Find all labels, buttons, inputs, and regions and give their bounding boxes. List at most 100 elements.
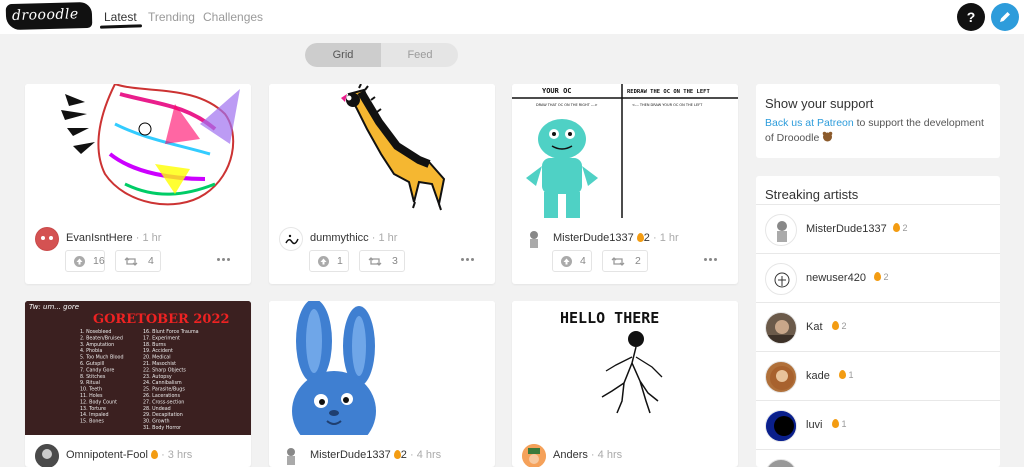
goretober-list-item: 18. Burns [143, 342, 166, 348]
arrow-up-circle-icon [318, 256, 329, 267]
like-button[interactable]: 16 [65, 250, 105, 272]
post-drawing[interactable]: YOUR OC DRAW THAT OC ON THE RIGHT ---> R… [512, 84, 738, 218]
arrow-up-circle-icon [561, 256, 572, 267]
post-author[interactable]: EvanIsntHere · 1 hr [66, 232, 161, 244]
goretober-list-item: 25. Parasite/Bugs [143, 387, 185, 393]
avatar-moon-icon [766, 411, 796, 441]
goretober-list-drawing: Tw: um... gore GORETOBER 2022 1. Noseble… [25, 301, 251, 435]
toggle-grid[interactable]: Grid [305, 43, 381, 67]
goretober-list-item: 12. Body Count [80, 399, 117, 405]
more-options-button[interactable] [704, 258, 718, 262]
goretober-list-item: 27. Cross-section [143, 399, 184, 405]
like-button[interactable]: 1 [309, 250, 349, 272]
giraffe-drawing [341, 84, 446, 211]
goretober-list-item: 7. Candy Gore [80, 367, 114, 373]
post-drawing[interactable]: HELLO THERE [512, 301, 738, 435]
nav-challenges[interactable]: Challenges [203, 10, 263, 24]
post-actions: 1 3 [299, 250, 479, 272]
blue-bunny-drawing [292, 301, 376, 435]
repost-icon [368, 257, 382, 266]
streaking-artist-row[interactable]: Kat 2 [756, 302, 1000, 351]
post-author[interactable]: MisterDude1337 2 · 4 hrs [310, 449, 441, 461]
nav-latest[interactable]: Latest [104, 10, 137, 24]
more-options-button[interactable] [461, 258, 475, 262]
post-drawing[interactable] [269, 301, 495, 435]
user-avatar[interactable] [279, 444, 303, 467]
user-avatar[interactable] [279, 227, 303, 251]
post-card[interactable]: MisterDude1337 2 · 4 hrs [269, 301, 495, 467]
streaking-artist-row[interactable]: kade 1 [756, 351, 1000, 400]
streaking-artist-row[interactable]: luvi 1 [756, 400, 1000, 449]
avatar-character-icon [522, 444, 546, 467]
goretober-list-item: 17. Experiment [143, 335, 180, 341]
bear-icon [822, 131, 833, 142]
post-author[interactable]: Omnipotent-Fool · 3 hrs [66, 449, 192, 461]
like-button[interactable]: 4 [552, 250, 592, 272]
arrow-up-circle-icon [74, 256, 85, 267]
post-author[interactable]: Anders · 4 hrs [553, 449, 622, 461]
post-card[interactable]: HELLO THERE Anders · 4 hrs [512, 301, 738, 467]
artist-streak: 2 [874, 272, 889, 282]
repost-count: 2 [635, 255, 641, 267]
post-card[interactable]: EvanIsntHere · 1 hr 16 4 [25, 84, 251, 284]
avatar-face-icon [36, 228, 58, 250]
toggle-feed[interactable]: Feed [382, 43, 458, 67]
artist-avatar [765, 214, 797, 246]
goretober-list-item: 30. Growth [143, 419, 170, 425]
post-author[interactable]: MisterDude1337 2 · 1 hr [553, 232, 679, 244]
streaking-artist-row[interactable]: MisterDude1337 2 [756, 204, 1000, 253]
post-drawing[interactable] [269, 84, 495, 218]
artist-streak: 2 [832, 321, 847, 331]
post-actions: 16 4 [55, 250, 235, 272]
goretober-list-item: 24. Cannibalism [143, 380, 182, 386]
user-avatar[interactable] [35, 227, 59, 251]
goretober-list-item: 14. Impaled [80, 412, 109, 418]
flame-icon [832, 321, 839, 330]
post-meta: MisterDude1337 2 · 1 hr [522, 227, 732, 251]
goretober-list-item: 10. Teeth [80, 387, 102, 393]
repost-button[interactable]: 4 [115, 250, 161, 272]
artist-name: MisterDude1337 [806, 223, 887, 235]
draw-button[interactable] [991, 3, 1019, 31]
post-meta: Anders · 4 hrs [522, 444, 732, 467]
repost-button[interactable]: 3 [359, 250, 405, 272]
repost-icon [124, 257, 138, 266]
flame-icon [151, 450, 158, 459]
more-options-button[interactable] [217, 258, 231, 262]
goretober-list-item: 26. Lacerations [143, 393, 180, 399]
nav-trending[interactable]: Trending [148, 10, 195, 24]
artist-streak: 1 [832, 419, 847, 429]
help-button[interactable]: ? [957, 3, 985, 31]
repost-count: 3 [392, 255, 398, 267]
patreon-link[interactable]: Back us at Patreon [765, 117, 854, 129]
avatar-robot-icon [530, 231, 538, 248]
post-card[interactable]: dummythicc · 1 hr 1 3 [269, 84, 495, 284]
post-meta: MisterDude1337 2 · 4 hrs [279, 444, 489, 467]
artist-name: kade [806, 370, 830, 382]
flame-icon [874, 272, 881, 281]
artist-avatar [765, 361, 797, 393]
streaking-panel: Streaking artists MisterDude1337 2 newus… [756, 176, 1000, 467]
repost-button[interactable]: 2 [602, 250, 648, 272]
user-avatar[interactable] [522, 227, 546, 251]
goretober-list-item: 11. Holes [80, 393, 103, 399]
drooodle-logo[interactable]: drooodle [5, 1, 93, 31]
goretober-list-item: 21. Masochist [143, 361, 176, 367]
user-avatar[interactable] [35, 444, 59, 467]
post-card[interactable]: YOUR OC DRAW THAT OC ON THE RIGHT ---> R… [512, 84, 738, 284]
top-bar: drooodle Latest Trending Challenges ? [0, 0, 1024, 34]
flame-icon [893, 223, 900, 232]
post-card[interactable]: Tw: um... gore GORETOBER 2022 1. Noseble… [25, 301, 251, 467]
post-drawing[interactable]: Tw: um... gore GORETOBER 2022 1. Noseble… [25, 301, 251, 435]
goretober-list-item: 28. Undead [143, 406, 171, 412]
artist-avatar [765, 263, 797, 295]
post-author[interactable]: dummythicc · 1 hr [310, 232, 397, 244]
streaking-artist-row[interactable] [756, 449, 1000, 467]
post-drawing[interactable] [25, 84, 251, 218]
user-avatar[interactable] [522, 444, 546, 467]
artist-streak: 1 [839, 370, 854, 380]
streaking-artist-row[interactable]: newuser420 2 [756, 253, 1000, 302]
support-text: Back us at Patreon to support the develo… [765, 117, 984, 144]
flame-icon [839, 370, 846, 379]
like-count: 4 [580, 255, 586, 267]
